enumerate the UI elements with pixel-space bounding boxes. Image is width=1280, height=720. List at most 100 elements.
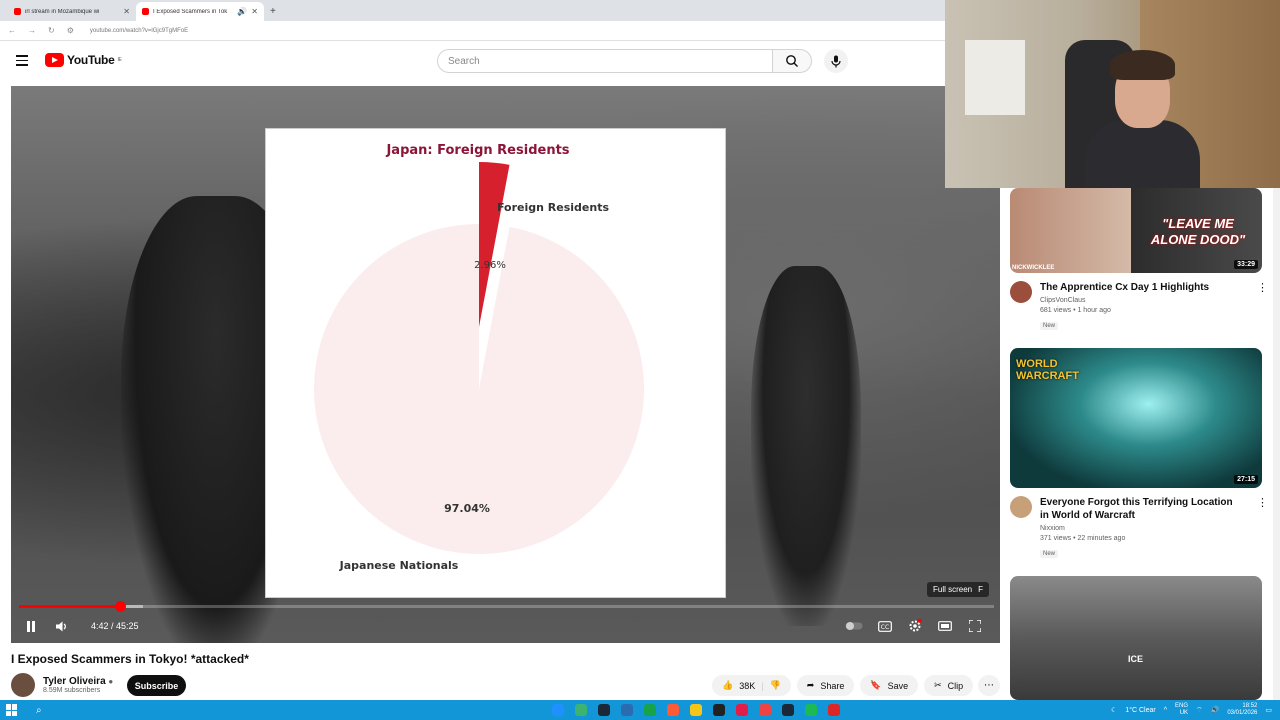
subscribe-button[interactable]: Subscribe: [127, 675, 186, 696]
app-icon[interactable]: [736, 704, 748, 716]
youtube-favicon-icon: [142, 8, 149, 15]
video-duration: 27:15: [1234, 475, 1258, 484]
recommendation-title[interactable]: The Apprentice Cx Day 1 Highlights: [1040, 281, 1240, 294]
volume-icon[interactable]: 🔊: [1211, 706, 1220, 714]
address-bar: ← → ↻ ⚙ youtube.com/watch?v=lGjc9TgMFoE: [0, 21, 945, 41]
steam-icon[interactable]: [598, 704, 610, 716]
clock-time: 18:52: [1242, 703, 1258, 709]
recommendation-channel[interactable]: Nixxiom: [1040, 525, 1272, 532]
weather-icon[interactable]: ☾: [1111, 706, 1117, 714]
site-info-icon[interactable]: ⚙: [67, 26, 74, 35]
app-icon[interactable]: [621, 704, 633, 716]
taskbar-search-icon[interactable]: ⌕: [36, 705, 42, 716]
more-options-icon[interactable]: ⋮: [1257, 496, 1268, 509]
windows-start-icon[interactable]: [6, 704, 18, 716]
webcam-overlay: [945, 0, 1280, 188]
close-tab-icon[interactable]: ✕: [123, 7, 130, 16]
close-tab-icon[interactable]: ✕: [251, 7, 258, 16]
youtube-logo[interactable]: YouTube IE: [45, 53, 122, 67]
speaker-icon[interactable]: 🔊: [237, 7, 247, 16]
forward-icon[interactable]: →: [28, 26, 36, 35]
pause-button[interactable]: [22, 617, 40, 635]
video-thumbnail[interactable]: ICE: [1010, 576, 1262, 700]
browser-tab-1[interactable]: irl stream in Mozambique wi ✕: [8, 2, 136, 21]
taskbar-clock[interactable]: 18:52 03/01/2026: [1227, 703, 1257, 717]
slice-label: Japanese Nationals: [339, 559, 459, 572]
microphone-icon: [831, 55, 841, 67]
clip-button[interactable]: ✂ Clip: [924, 675, 974, 696]
search-input[interactable]: Search: [437, 49, 773, 73]
chrome-icon[interactable]: [667, 704, 679, 716]
new-badge: New: [1040, 550, 1059, 558]
video-title: I Exposed Scammers in Tokyo! *attacked*: [11, 652, 249, 666]
settings-button[interactable]: [906, 617, 924, 635]
app-icon[interactable]: [713, 704, 725, 716]
video-thumbnail[interactable]: WORLD WARCRAFT 27:15: [1010, 348, 1262, 488]
taskbar-apps: [552, 704, 840, 716]
video-thumbnail[interactable]: "LEAVE ME ALONE DOOD" NICKWICKLEE 33:29: [1010, 188, 1262, 273]
new-tab-icon[interactable]: +: [270, 6, 276, 21]
steam-icon[interactable]: [782, 704, 794, 716]
volume-icon: [56, 621, 66, 631]
app-icon[interactable]: [828, 704, 840, 716]
chart-title: Japan: Foreign Residents: [385, 143, 569, 158]
weather-text[interactable]: 1°C Clear: [1125, 707, 1155, 714]
channel-name[interactable]: Tyler Oliveira: [43, 676, 106, 687]
recommendation-item[interactable]: ICE: [1010, 576, 1272, 700]
reload-icon[interactable]: ↻: [48, 26, 55, 35]
channel-avatar[interactable]: [1010, 496, 1032, 518]
clock-date: 03/01/2026: [1227, 710, 1258, 716]
back-icon[interactable]: ←: [8, 26, 16, 35]
volume-button[interactable]: [53, 617, 71, 635]
fullscreen-tooltip: Full screen F: [927, 582, 990, 597]
language-indicator[interactable]: ENG UK: [1175, 703, 1188, 717]
app-icon[interactable]: [575, 704, 587, 716]
more-icon: ⋯: [984, 680, 994, 691]
youtube-play-icon: [45, 53, 64, 67]
search-icon: [786, 55, 798, 67]
seek-bar[interactable]: [19, 601, 994, 612]
url-field[interactable]: youtube.com/watch?v=lGjc9TgMFoE: [90, 28, 188, 34]
voice-search-button[interactable]: [824, 49, 848, 73]
theater-icon: [938, 621, 952, 631]
more-actions-button[interactable]: ⋯: [978, 675, 1000, 696]
tray-chevron-icon[interactable]: ^: [1164, 707, 1167, 714]
video-actions: 👍 38K | 👎 ➦ Share 🔖 Save ✂ Clip: [712, 675, 974, 696]
clip-label: Clip: [947, 680, 964, 691]
theater-mode-button[interactable]: [936, 617, 954, 635]
app-icon[interactable]: [759, 704, 771, 716]
channel-info[interactable]: Tyler Oliveira ● 8.59M subscribers: [11, 673, 113, 697]
save-button[interactable]: 🔖 Save: [860, 675, 919, 696]
wifi-icon[interactable]: ⌔: [1196, 706, 1203, 715]
thumbnail-tag: NICKWICKLEE: [1012, 265, 1055, 271]
page-scrollbar[interactable]: [1273, 188, 1280, 700]
menu-icon[interactable]: [16, 55, 28, 66]
recommendation-channel[interactable]: ClipsVonClaus: [1040, 297, 1272, 304]
like-button[interactable]: 👍 38K | 👎: [712, 675, 791, 696]
webcam-streamer-hair: [1110, 50, 1175, 80]
browser-tab-2[interactable]: I Exposed Scammers in Tok 🔊 ✕: [136, 2, 264, 21]
notifications-icon[interactable]: ▭: [1265, 706, 1272, 714]
folder-icon[interactable]: [690, 704, 702, 716]
captions-button[interactable]: CC: [876, 617, 894, 635]
edge-icon[interactable]: [552, 704, 564, 716]
channel-avatar[interactable]: [11, 673, 35, 697]
gear-icon: [909, 619, 922, 632]
search-button[interactable]: [772, 49, 812, 73]
recommendation-item[interactable]: WORLD WARCRAFT 27:15 Everyone Forgot thi…: [1010, 348, 1272, 560]
autoplay-toggle[interactable]: [845, 617, 863, 635]
spotify-icon[interactable]: [805, 704, 817, 716]
recommendation-item[interactable]: "LEAVE ME ALONE DOOD" NICKWICKLEE 33:29 …: [1010, 188, 1272, 332]
share-button[interactable]: ➦ Share: [796, 675, 855, 696]
captions-icon: CC: [878, 620, 892, 632]
fullscreen-button[interactable]: [966, 617, 984, 635]
logo-text: YouTube: [67, 53, 115, 67]
video-player[interactable]: Japan: Foreign Residents Foreign Residen…: [11, 86, 1000, 643]
recommendation-title[interactable]: Everyone Forgot this Terrifying Location…: [1040, 496, 1240, 522]
channel-avatar[interactable]: [1010, 281, 1032, 303]
app-icon[interactable]: [644, 704, 656, 716]
more-options-icon[interactable]: ⋮: [1257, 281, 1268, 294]
windows-taskbar: ⌕ ☾ 1°C Clear ^ ENG UK ⌔ 🔊 18:52 03/01/202…: [0, 700, 1280, 720]
thumbs-down-icon[interactable]: 👎: [770, 680, 781, 691]
new-badge: New: [1040, 322, 1059, 330]
